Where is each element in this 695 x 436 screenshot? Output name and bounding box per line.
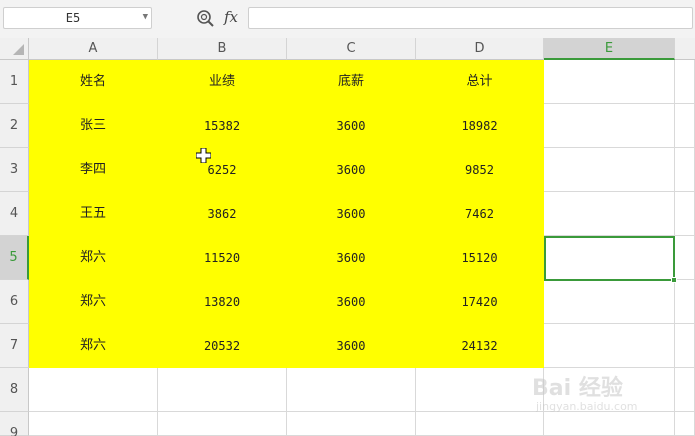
zoom-icon[interactable] (196, 9, 216, 29)
column-header-f[interactable] (675, 38, 695, 60)
cell-f1[interactable] (675, 60, 695, 104)
cell-b9[interactable] (158, 412, 287, 436)
cell-c9[interactable] (287, 412, 416, 436)
row-header-8[interactable]: 8 (0, 368, 29, 412)
cell-d7[interactable]: 24132 (416, 324, 544, 368)
cell-c6[interactable]: 3600 (287, 280, 416, 324)
cell-e4[interactable] (544, 192, 675, 236)
active-cell-selection[interactable] (544, 236, 677, 283)
cell-d4[interactable]: 7462 (416, 192, 544, 236)
cell-b8[interactable] (158, 368, 287, 412)
cell-d1[interactable]: 总计 (416, 60, 544, 104)
cell-d2[interactable]: 18982 (416, 104, 544, 148)
row-header-4[interactable]: 4 (0, 192, 29, 236)
cell-d8[interactable] (416, 368, 544, 412)
cell-f6[interactable] (675, 280, 695, 324)
column-header-a[interactable]: A (29, 38, 158, 60)
cell-f5[interactable] (675, 236, 695, 280)
column-header-c[interactable]: C (287, 38, 416, 60)
row-header-7[interactable]: 7 (0, 324, 29, 368)
row-header-2[interactable]: 2 (0, 104, 29, 148)
cell-e6[interactable] (544, 280, 675, 324)
cell-b5[interactable]: 11520 (158, 236, 287, 280)
cell-d9[interactable] (416, 412, 544, 436)
cell-e7[interactable] (544, 324, 675, 368)
cell-c7[interactable]: 3600 (287, 324, 416, 368)
cell-c5[interactable]: 3600 (287, 236, 416, 280)
watermark-url: jingyan.baidu.com (536, 400, 638, 413)
cell-c3[interactable]: 3600 (287, 148, 416, 192)
column-header-b[interactable]: B (158, 38, 287, 60)
row-header-6[interactable]: 6 (0, 280, 29, 324)
cell-f4[interactable] (675, 192, 695, 236)
formula-bar: E5 ▼ fx (0, 0, 695, 38)
column-header-e[interactable]: E (544, 38, 675, 60)
watermark-logo: Bai 经验 jingyan.baidu.com (532, 370, 682, 420)
cell-a2[interactable]: 张三 (29, 104, 158, 148)
cell-b3[interactable]: 6252 (158, 148, 287, 192)
cell-cursor-icon (196, 148, 211, 163)
cell-a3[interactable]: 李四 (29, 148, 158, 192)
cell-e1[interactable] (544, 60, 675, 104)
watermark-text: Bai 经验 (532, 376, 623, 401)
row-header-1[interactable]: 1 (0, 60, 29, 104)
formula-input[interactable] (248, 7, 693, 29)
fill-handle[interactable] (671, 277, 677, 283)
select-all-corner[interactable] (0, 38, 29, 60)
select-all-icon (13, 44, 24, 55)
name-box[interactable]: E5 ▼ (3, 7, 152, 29)
cell-c2[interactable]: 3600 (287, 104, 416, 148)
cell-d6[interactable]: 17420 (416, 280, 544, 324)
cell-f7[interactable] (675, 324, 695, 368)
cell-a9[interactable] (29, 412, 158, 436)
name-box-value: E5 (65, 11, 81, 25)
cell-c8[interactable] (287, 368, 416, 412)
chevron-down-icon[interactable]: ▼ (143, 12, 148, 22)
cell-e2[interactable] (544, 104, 675, 148)
cell-b7[interactable]: 20532 (158, 324, 287, 368)
cell-f2[interactable] (675, 104, 695, 148)
cell-f3[interactable] (675, 148, 695, 192)
cell-a8[interactable] (29, 368, 158, 412)
cell-b2[interactable]: 15382 (158, 104, 287, 148)
cell-b4[interactable]: 3862 (158, 192, 287, 236)
cell-a6[interactable]: 郑六 (29, 280, 158, 324)
cell-a1[interactable]: 姓名 (29, 60, 158, 104)
cell-a5[interactable]: 郑六 (29, 236, 158, 280)
cell-d5[interactable]: 15120 (416, 236, 544, 280)
column-header-d[interactable]: D (416, 38, 544, 60)
row-header-3[interactable]: 3 (0, 148, 29, 192)
cell-b1[interactable]: 业绩 (158, 60, 287, 104)
row-header-9[interactable]: 9 (0, 412, 29, 436)
cell-a7[interactable]: 郑六 (29, 324, 158, 368)
cell-c1[interactable]: 底薪 (287, 60, 416, 104)
row-header-5[interactable]: 5 (0, 236, 29, 280)
cell-c4[interactable]: 3600 (287, 192, 416, 236)
fx-icon[interactable]: fx (224, 8, 238, 26)
cell-d3[interactable]: 9852 (416, 148, 544, 192)
cell-b6[interactable]: 13820 (158, 280, 287, 324)
cell-e3[interactable] (544, 148, 675, 192)
cell-a4[interactable]: 王五 (29, 192, 158, 236)
